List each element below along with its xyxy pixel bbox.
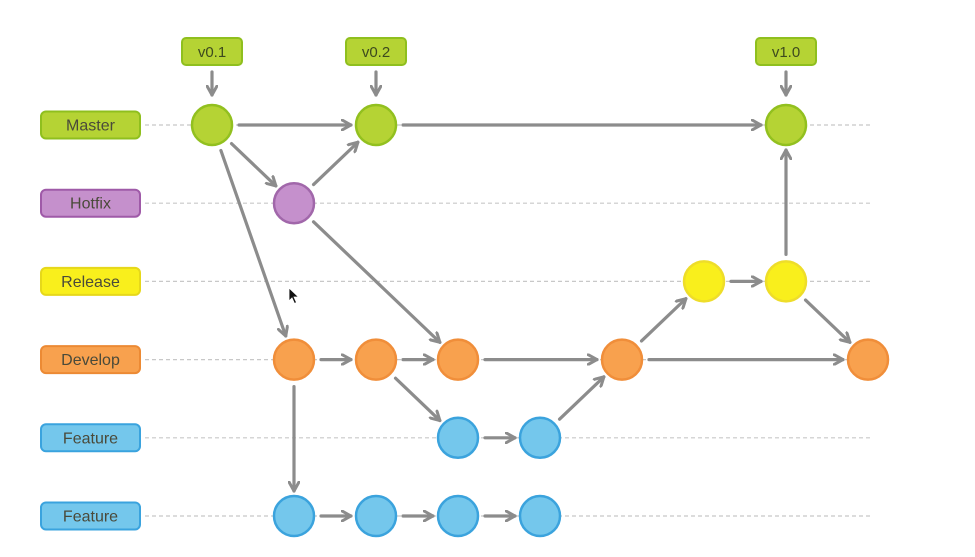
lane-guides	[145, 124, 872, 517]
lane-label-master: Master	[40, 110, 141, 140]
commit-node-d1	[272, 338, 316, 381]
lane-label-hotfix: Hotfix	[40, 188, 141, 218]
commit-node-d3	[436, 338, 480, 381]
edge-f1b-to-d4	[557, 375, 606, 421]
edge-h1-to-m2	[311, 140, 360, 187]
commit-node-f2d	[518, 494, 562, 538]
commit-node-d5	[846, 338, 890, 381]
commit-node-m2	[354, 103, 398, 147]
commit-node-m1	[190, 103, 234, 147]
lane-label-text: Feature	[63, 509, 118, 526]
lane-label-feature1: Feature	[40, 423, 141, 453]
commit-node-f2a	[272, 494, 316, 538]
edge-d2-to-f1a	[393, 376, 442, 423]
version-tag-text: v0.2	[362, 44, 390, 61]
lane-label-feature2: Feature	[40, 501, 141, 531]
commit-node-d2	[354, 338, 398, 381]
version-tag-text: v0.1	[198, 44, 226, 61]
commit-node-f2c	[436, 494, 480, 538]
edge-d4-to-r1	[639, 297, 688, 343]
lane-label-release: Release	[40, 266, 141, 296]
edge-m1-to-d1	[219, 148, 286, 338]
mouse-cursor-icon	[288, 287, 300, 305]
commit-node-f1b	[518, 416, 562, 460]
edge-m1-to-h1	[229, 142, 278, 188]
version-tag-v0.1: v0.1	[181, 37, 243, 97]
version-tag-text: v1.0	[772, 44, 800, 61]
version-tag-v0.2: v0.2	[345, 37, 407, 97]
version-tags: v0.1 v0.2 v1.0	[181, 37, 817, 97]
lane-label-develop: Develop	[40, 345, 141, 375]
commit-node-m3	[764, 103, 808, 147]
commit-node-h1	[272, 181, 316, 225]
version-tag-v1.0: v1.0	[755, 37, 817, 97]
commit-node-r1	[682, 260, 726, 303]
commit-nodes	[190, 103, 890, 538]
commit-node-f2b	[354, 494, 398, 538]
lane-label-text: Develop	[61, 352, 120, 369]
lane-labels: Master Hotfix Release Develop Feature Feature	[40, 110, 141, 531]
commit-node-r2	[764, 260, 808, 303]
edge-r2-to-d5	[803, 298, 852, 344]
lane-label-text: Release	[61, 274, 120, 291]
git-flow-diagram: Master Hotfix Release Develop Feature Feature…	[40, 37, 890, 538]
lane-label-text: Master	[66, 118, 116, 135]
commit-node-d4	[600, 338, 644, 381]
lane-label-text: Feature	[63, 430, 118, 447]
commit-node-f1a	[436, 416, 480, 460]
lane-label-text: Hotfix	[70, 196, 111, 213]
edge-h1-to-d3	[311, 220, 442, 344]
